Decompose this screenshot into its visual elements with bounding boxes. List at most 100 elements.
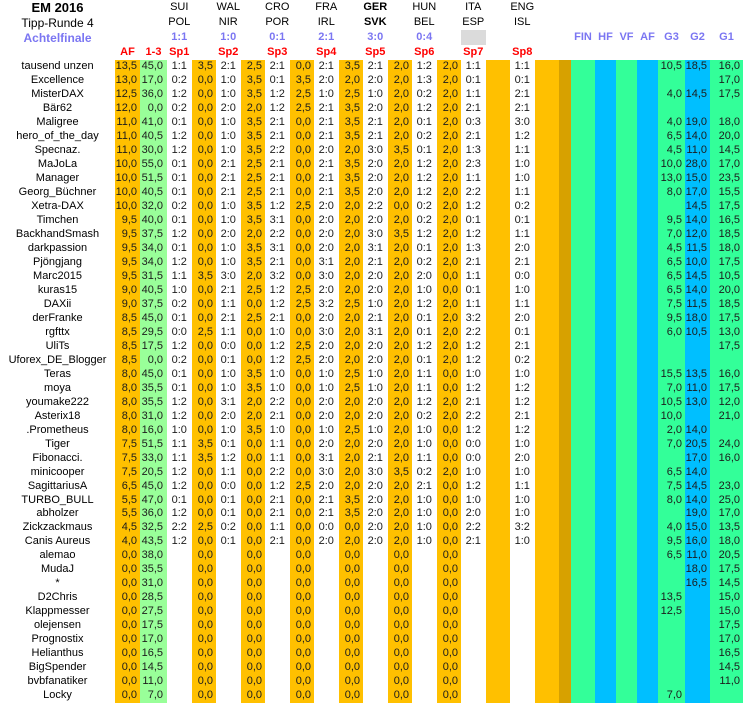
match-points-cell (486, 256, 511, 270)
semifinal-points-cell (595, 479, 616, 493)
tip-cell: 2:0 (314, 214, 339, 228)
match-points-cell: 0,0 (437, 521, 462, 535)
match-points-cell (535, 339, 560, 353)
tip-cell: 0:2 (167, 102, 192, 116)
match-points-cell: 0,0 (290, 144, 315, 158)
tip-cell: 2:1 (265, 60, 290, 74)
tip-cell (216, 563, 241, 577)
group2-points-cell: 14,0 (685, 493, 710, 507)
match-points-cell (486, 689, 511, 703)
tip-cell (167, 605, 192, 619)
tip-cell (461, 675, 486, 689)
match-points-cell: 2,5 (241, 172, 266, 186)
group1-points-cell: 23,0 (710, 479, 743, 493)
semifinal-points-cell (595, 465, 616, 479)
match-number-label: Sp2 (216, 45, 241, 60)
tip-cell (510, 591, 535, 605)
tip-cell (216, 591, 241, 605)
final-points-cell (571, 479, 595, 493)
match-points-cell (486, 130, 511, 144)
player-name-cell: Canis Aureus (0, 535, 115, 549)
round-column-label: G1 (710, 30, 743, 45)
current-round-points-cell: 4,0 (115, 535, 140, 549)
round16-points-cell (637, 284, 658, 298)
tip-cell: 1:0 (412, 284, 437, 298)
match-points-cell: 3,5 (290, 74, 315, 88)
semifinal-points-cell (595, 591, 616, 605)
tip-cell: 2:1 (216, 172, 241, 186)
match-points-cell: 0,0 (241, 493, 266, 507)
final-points-cell (571, 256, 595, 270)
tip-cell (167, 661, 192, 675)
group-rounds-total-cell: 36,0 (140, 88, 167, 102)
match-points-cell (535, 353, 560, 367)
round16-points-cell (637, 423, 658, 437)
match-points-cell: 2,0 (437, 130, 462, 144)
tip-cell (265, 675, 290, 689)
tip-cell (461, 619, 486, 633)
group-rounds-total-cell: 11,0 (140, 675, 167, 689)
tip-cell (265, 689, 290, 703)
match-points-cell: 2,0 (388, 270, 413, 284)
tip-cell: 2:0 (216, 228, 241, 242)
match-points-cell (486, 172, 511, 186)
match-points-cell: 2,0 (388, 479, 413, 493)
tip-cell (314, 563, 339, 577)
player-name-cell: Asterix18 (0, 409, 115, 423)
match-points-cell: 0,0 (290, 605, 315, 619)
match-points-cell: 2,5 (290, 88, 315, 102)
team-home-code: FRA (314, 0, 339, 15)
tip-cell (461, 577, 486, 591)
match-points-cell: 0,0 (192, 130, 217, 144)
group1-points-cell: 20,0 (710, 130, 743, 144)
player-name-cell: abholzer (0, 507, 115, 521)
round16-points-cell (637, 661, 658, 675)
tip-cell: 2:2 (461, 325, 486, 339)
tip-cell (314, 619, 339, 633)
group1-points-cell: 17,5 (710, 200, 743, 214)
group-rounds-total-cell: 27,5 (140, 605, 167, 619)
semifinal-points-cell (595, 549, 616, 563)
match-points-cell: 2,0 (339, 465, 364, 479)
separator-column-cell (559, 535, 571, 549)
tip-cell: 2:0 (363, 270, 388, 284)
match-result: 3:0 (363, 30, 388, 45)
tip-cell: 0:0 (314, 521, 339, 535)
match-points-cell: 0,0 (290, 325, 315, 339)
current-round-points-cell: 0,0 (115, 605, 140, 619)
tip-cell (363, 619, 388, 633)
tip-cell (216, 675, 241, 689)
tip-cell: 0:0 (216, 339, 241, 353)
match-points-cell: 2,0 (388, 423, 413, 437)
round16-points-cell (637, 479, 658, 493)
group3-points-cell: 6,5 (658, 549, 685, 563)
tip-cell (461, 633, 486, 647)
match-points-cell: 2,0 (388, 60, 413, 74)
tip-cell: 1:0 (363, 381, 388, 395)
match-points-cell: 2,0 (339, 74, 364, 88)
match-points-cell (535, 325, 560, 339)
tip-cell: 2:0 (363, 507, 388, 521)
tip-cell: 2:2 (167, 521, 192, 535)
semifinal-points-cell (595, 186, 616, 200)
match-points-cell (535, 661, 560, 675)
group1-points-cell: 17,0 (710, 507, 743, 521)
group-rounds-total-cell: 37,5 (140, 297, 167, 311)
match-points-cell: 0,0 (192, 493, 217, 507)
group1-points-cell: 17,5 (710, 88, 743, 102)
tip-cell (314, 605, 339, 619)
tip-cell: 0:2 (510, 200, 535, 214)
tip-cell (363, 633, 388, 647)
header-cell (559, 15, 571, 30)
match-points-cell: 2,0 (241, 270, 266, 284)
match-points-cell (535, 577, 560, 591)
final-points-cell (571, 367, 595, 381)
tip-cell: 1:2 (167, 395, 192, 409)
group-rounds-total-cell: 34,0 (140, 256, 167, 270)
header-cell (192, 0, 217, 15)
quarterfinal-points-cell (616, 200, 637, 214)
match-points-cell: 2,0 (437, 74, 462, 88)
team-home-code: WAL (216, 0, 241, 15)
tip-cell (412, 675, 437, 689)
match-points-cell (486, 507, 511, 521)
